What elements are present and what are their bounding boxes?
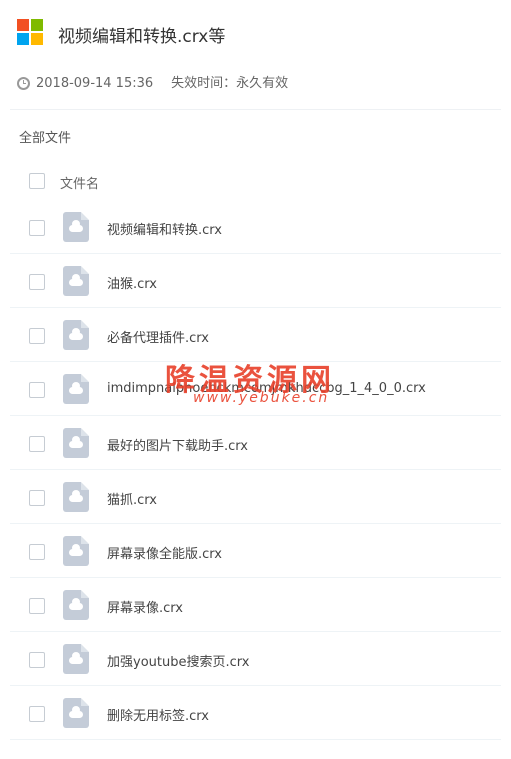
file-name[interactable]: 屏幕录像全能版.crx	[107, 543, 222, 562]
file-checkbox[interactable]	[29, 490, 45, 506]
file-checkbox[interactable]	[29, 382, 45, 398]
cloud-file-icon	[63, 698, 89, 728]
file-row[interactable]: 屏幕录像全能版.crx	[10, 524, 501, 578]
file-checkbox[interactable]	[29, 598, 45, 614]
clock-icon	[17, 77, 30, 90]
divider	[10, 109, 501, 110]
breadcrumb[interactable]: 全部文件	[19, 127, 71, 146]
select-all-checkbox[interactable]	[29, 173, 45, 189]
share-header: 视频编辑和转换.crx等 2018-09-14 15:36 失效时间：永久有效	[0, 0, 511, 110]
expiry-text: 失效时间：永久有效	[171, 76, 289, 91]
watermark: 降温资源网 www.yebuke.cn	[165, 355, 355, 415]
file-checkbox[interactable]	[29, 436, 45, 452]
cloud-file-icon	[63, 320, 89, 350]
file-checkbox[interactable]	[29, 220, 45, 236]
share-date: 2018-09-14 15:36	[36, 76, 154, 91]
file-checkbox[interactable]	[29, 328, 45, 344]
share-meta: 2018-09-14 15:36 失效时间：永久有效	[17, 72, 288, 91]
file-name[interactable]: 猫抓.crx	[107, 489, 157, 508]
file-row[interactable]: 猫抓.crx	[10, 470, 501, 524]
cloud-file-icon	[63, 536, 89, 566]
file-row[interactable]: 加强youtube搜索页.crx	[10, 632, 501, 686]
app-logo-icon	[17, 19, 43, 45]
cloud-file-icon	[63, 266, 89, 296]
file-row[interactable]: 删除无用标签.crx	[10, 686, 501, 740]
cloud-file-icon	[63, 482, 89, 512]
file-list: 视频编辑和转换.crx 油猴.crx 必备代理插件.crx imdimpnalpnoe…	[10, 200, 501, 740]
cloud-file-icon	[63, 212, 89, 242]
file-row[interactable]: 视频编辑和转换.crx	[10, 200, 501, 254]
column-header-filename: 文件名	[60, 177, 100, 192]
file-row[interactable]: 最好的图片下载助手.crx	[10, 416, 501, 470]
cloud-file-icon	[63, 644, 89, 674]
cloud-file-icon	[63, 428, 89, 458]
file-row[interactable]: 必备代理插件.crx	[10, 308, 501, 362]
cloud-file-icon	[63, 590, 89, 620]
file-name[interactable]: 油猴.crx	[107, 273, 157, 292]
table-header: 文件名	[10, 162, 501, 200]
file-name[interactable]: 屏幕录像.crx	[107, 597, 183, 616]
watermark-url: www.yebuke.cn	[193, 390, 330, 406]
file-name[interactable]: 加强youtube搜索页.crx	[107, 651, 249, 670]
cloud-file-icon	[63, 374, 89, 404]
file-checkbox[interactable]	[29, 652, 45, 668]
page-title: 视频编辑和转换.crx等	[58, 27, 226, 47]
file-name[interactable]: 最好的图片下载助手.crx	[107, 435, 248, 454]
file-name[interactable]: 视频编辑和转换.crx	[107, 219, 222, 238]
file-row[interactable]: 油猴.crx	[10, 254, 501, 308]
file-name[interactable]: 删除无用标签.crx	[107, 705, 209, 724]
file-checkbox[interactable]	[29, 544, 45, 560]
file-checkbox[interactable]	[29, 706, 45, 722]
file-checkbox[interactable]	[29, 274, 45, 290]
file-name[interactable]: 必备代理插件.crx	[107, 327, 209, 346]
file-row[interactable]: 屏幕录像.crx	[10, 578, 501, 632]
